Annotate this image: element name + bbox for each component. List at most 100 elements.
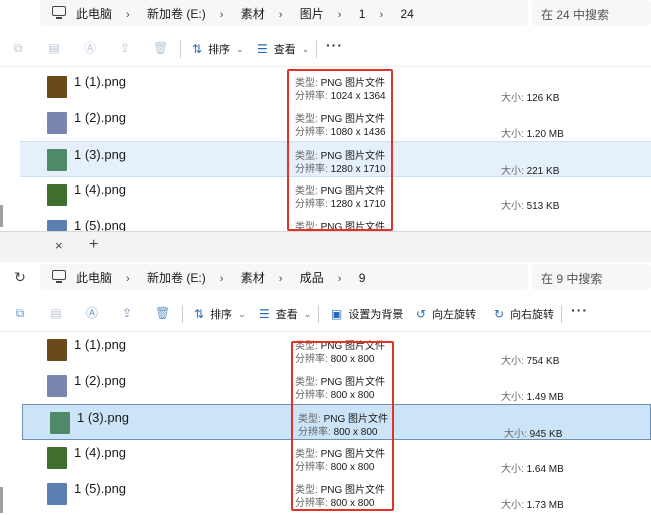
paste-icon[interactable]: ▤ bbox=[49, 306, 63, 320]
file-resolution: 分辨率: 1280 x 1710 bbox=[295, 164, 386, 175]
file-resolution: 分辨率: 800 x 800 bbox=[295, 498, 375, 509]
sort-icon: ⇅ bbox=[192, 42, 203, 56]
share-icon[interactable]: ⇪ bbox=[120, 306, 134, 320]
breadcrumb-item-folder[interactable]: 成品 bbox=[300, 269, 324, 286]
set-as-background-button[interactable]: ▣ 设置为背景 bbox=[331, 305, 403, 323]
file-resolution: 分辨率: 800 x 800 bbox=[298, 427, 378, 438]
list-item[interactable]: 1 (4).png 类型: PNG 图片文件 分辨率: 1280 x 1710 … bbox=[20, 177, 651, 213]
chevron-right-icon: › bbox=[219, 9, 224, 21]
breadcrumb-item-folder[interactable]: 素材 bbox=[241, 269, 265, 286]
rename-icon[interactable]: Ⓐ bbox=[83, 41, 97, 55]
file-name: 1 (1).png bbox=[74, 337, 127, 352]
search-input[interactable]: 在 24 中搜索 bbox=[532, 0, 651, 26]
breadcrumb-item-drive[interactable]: 新加卷 (E:) bbox=[147, 5, 206, 22]
file-size: 大小: 754 KB bbox=[501, 356, 560, 367]
image-thumbnail bbox=[47, 149, 67, 171]
delete-icon[interactable]: 🗑 bbox=[155, 306, 170, 320]
file-size: 大小: 945 KB bbox=[504, 429, 563, 440]
rotate-right-label: 向右旋转 bbox=[510, 309, 555, 321]
rotate-left-icon: ↺ bbox=[416, 307, 427, 321]
breadcrumb-item-this-pc[interactable]: 此电脑 bbox=[76, 269, 112, 286]
command-bar: ⧉ ▤ Ⓐ ⇪ 🗑 ⇅ 排序 ⌄ ☰ 查看 ⌄ ··· bbox=[0, 31, 651, 67]
list-item[interactable]: 1 (3).png 类型: PNG 图片文件 分辨率: 1280 x 1710 … bbox=[20, 141, 651, 177]
refresh-icon[interactable]: ↻ bbox=[12, 269, 28, 286]
copy-icon[interactable]: ⧉ bbox=[13, 306, 27, 320]
rotate-left-button[interactable]: ↺ 向左旋转 bbox=[416, 305, 476, 323]
chevron-right-icon: › bbox=[379, 9, 384, 21]
file-name: 1 (5).png bbox=[74, 481, 127, 496]
list-item[interactable]: 1 (1).png 类型: PNG 图片文件 分辨率: 800 x 800 大小… bbox=[20, 332, 651, 368]
scrollbar[interactable] bbox=[0, 205, 3, 227]
delete-icon[interactable]: 🗑 bbox=[153, 41, 168, 55]
new-tab-button[interactable]: + bbox=[89, 236, 98, 254]
toolbar-divider bbox=[561, 305, 562, 323]
view-button[interactable]: ☰ 查看 ⌄ bbox=[257, 40, 309, 58]
command-bar: ⧉ ▤ Ⓐ ⇪ 🗑 ⇅ 排序 ⌄ ☰ 查看 ⌄ ▣ 设置为背景 ↺ 向左旋转 ↻… bbox=[0, 296, 651, 332]
scrollbar[interactable] bbox=[0, 487, 3, 513]
rename-icon[interactable]: Ⓐ bbox=[85, 306, 99, 320]
list-item[interactable]: 1 (2).png 类型: PNG 图片文件 分辨率: 1080 x 1436 … bbox=[20, 105, 651, 141]
breadcrumb-item-drive[interactable]: 新加卷 (E:) bbox=[147, 269, 206, 286]
image-thumbnail bbox=[47, 220, 67, 231]
share-icon[interactable]: ⇪ bbox=[118, 41, 132, 55]
image-thumbnail bbox=[47, 375, 67, 397]
breadcrumb-item-current[interactable]: 9 bbox=[359, 271, 366, 285]
list-item[interactable]: 1 (3).png 类型: PNG 图片文件 分辨率: 800 x 800 大小… bbox=[22, 404, 651, 440]
address-bar[interactable]: 此电脑 › 新加卷 (E:) › 素材 › 成品 › 9 bbox=[40, 264, 528, 290]
list-item[interactable]: 1 (5).png 类型: PNG 图片文件 bbox=[20, 213, 651, 231]
file-resolution: 分辨率: 800 x 800 bbox=[295, 462, 375, 473]
view-icon: ☰ bbox=[257, 42, 268, 56]
chevron-down-icon: ⌄ bbox=[238, 308, 246, 319]
file-resolution: 分辨率: 1080 x 1436 bbox=[295, 127, 386, 138]
list-item[interactable]: 1 (5).png 类型: PNG 图片文件 分辨率: 800 x 800 大小… bbox=[20, 476, 651, 512]
rotate-left-label: 向左旋转 bbox=[432, 309, 477, 321]
chevron-down-icon: ⌄ bbox=[303, 308, 312, 319]
image-thumbnail bbox=[47, 339, 67, 361]
breadcrumb-item-folder[interactable]: 1 bbox=[359, 7, 366, 21]
breadcrumb-item-current[interactable]: 24 bbox=[400, 7, 413, 21]
image-thumbnail bbox=[47, 483, 67, 505]
more-options-button[interactable]: ··· bbox=[326, 37, 343, 53]
list-item[interactable]: 1 (1).png 类型: PNG 图片文件 分辨率: 1024 x 1364 … bbox=[20, 69, 651, 105]
file-name: 1 (4).png bbox=[74, 445, 127, 460]
list-item[interactable]: 1 (2).png 类型: PNG 图片文件 分辨率: 800 x 800 大小… bbox=[20, 368, 651, 404]
file-size: 大小: 221 KB bbox=[501, 166, 560, 177]
file-size: 大小: 1.49 MB bbox=[501, 392, 564, 403]
explorer-window-bottom: × + ↻ 此电脑 › 新加卷 (E:) › 素材 › 成品 › 9 在 9 中搜索 ⧉… bbox=[0, 231, 651, 515]
file-resolution: 分辨率: 800 x 800 bbox=[295, 390, 375, 401]
breadcrumb-item-folder[interactable]: 素材 bbox=[241, 5, 265, 22]
file-name: 1 (3).png bbox=[77, 410, 130, 425]
file-name: 1 (1).png bbox=[74, 74, 127, 89]
toolbar-divider bbox=[182, 305, 183, 323]
view-label: 查看 bbox=[275, 309, 298, 321]
image-thumbnail bbox=[47, 112, 67, 134]
chevron-down-icon: ⌄ bbox=[236, 43, 244, 54]
more-options-button[interactable]: ··· bbox=[571, 302, 588, 318]
breadcrumb-item-folder[interactable]: 图片 bbox=[300, 5, 324, 22]
sort-icon: ⇅ bbox=[194, 307, 205, 321]
chevron-down-icon: ⌄ bbox=[301, 43, 310, 54]
sort-label: 排序 bbox=[208, 44, 231, 56]
search-input[interactable]: 在 9 中搜索 bbox=[532, 264, 651, 290]
view-button[interactable]: ☰ 查看 ⌄ bbox=[259, 305, 311, 323]
image-thumbnail bbox=[47, 184, 67, 206]
close-tab-button[interactable]: × bbox=[55, 238, 63, 253]
image-thumbnail bbox=[50, 412, 70, 434]
file-size: 大小: 1.73 MB bbox=[501, 500, 564, 511]
list-item[interactable]: 1 (4).png 类型: PNG 图片文件 分辨率: 800 x 800 大小… bbox=[20, 440, 651, 476]
rotate-right-button[interactable]: ↻ 向右旋转 bbox=[494, 305, 554, 323]
file-size: 大小: 126 KB bbox=[501, 93, 560, 104]
sort-button[interactable]: ⇅ 排序 ⌄ bbox=[194, 305, 246, 323]
chevron-right-icon: › bbox=[278, 273, 283, 285]
view-label: 查看 bbox=[273, 44, 296, 56]
search-placeholder: 在 24 中搜索 bbox=[541, 8, 610, 22]
paste-icon[interactable]: ▤ bbox=[47, 41, 61, 55]
image-thumbnail bbox=[47, 447, 67, 469]
breadcrumb-item-this-pc[interactable]: 此电脑 bbox=[76, 5, 112, 22]
chevron-right-icon: › bbox=[337, 9, 342, 21]
set-as-background-label: 设置为背景 bbox=[348, 309, 404, 321]
sort-button[interactable]: ⇅ 排序 ⌄ bbox=[192, 40, 244, 58]
copy-icon[interactable]: ⧉ bbox=[11, 41, 25, 55]
image-icon: ▣ bbox=[331, 307, 343, 321]
address-bar[interactable]: 此电脑 › 新加卷 (E:) › 素材 › 图片 › 1 › 24 bbox=[40, 0, 528, 26]
